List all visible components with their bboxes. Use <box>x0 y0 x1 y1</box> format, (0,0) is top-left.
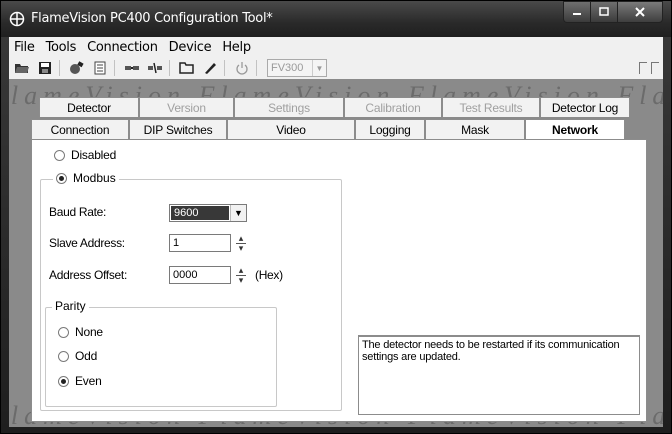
tab-video[interactable]: Video <box>227 119 355 139</box>
tab-row-front: Connection DIP Switches Video Logging Ma… <box>31 119 625 141</box>
disabled-radio[interactable]: Disabled <box>54 148 116 162</box>
disabled-label: Disabled <box>71 148 117 162</box>
tools-button[interactable] <box>67 59 87 77</box>
menu-device[interactable]: Device <box>164 40 218 55</box>
pen-icon <box>205 63 216 74</box>
baud-rate-value: 9600 <box>171 206 229 220</box>
window-title: FlameVision PC400 Configuration Tool* <box>31 11 273 26</box>
parity-even-radio[interactable]: Even <box>58 374 102 388</box>
document-button[interactable] <box>90 59 110 77</box>
title-bar[interactable]: FlameVision PC400 Configuration Tool* <box>1 1 671 37</box>
spin-down-icon[interactable]: ▾ <box>239 275 244 284</box>
hex-unit-label: (Hex) <box>255 268 283 282</box>
app-icon <box>9 11 25 27</box>
content-area: FlameVision FlameVision FlameVision Flam… <box>9 79 663 427</box>
tab-version[interactable]: Version <box>139 97 234 117</box>
tab-test-results[interactable]: Test Results <box>442 97 540 117</box>
save-button[interactable] <box>35 59 55 77</box>
spin-up-icon[interactable]: ▴ <box>239 233 244 242</box>
radio-button[interactable] <box>54 149 65 161</box>
disconnect-button[interactable] <box>145 59 165 77</box>
close-button[interactable] <box>617 1 663 23</box>
address-offset-spinner[interactable]: ▴ ▾ <box>233 265 249 284</box>
save-icon <box>39 62 51 74</box>
menu-help[interactable]: Help <box>217 40 256 55</box>
toolbar-separator <box>169 60 170 76</box>
menu-bar: File Tools Connection Device Help <box>9 37 663 57</box>
device-combo-value: FV300 <box>271 62 304 74</box>
chevron-down-icon: ▼ <box>312 60 326 76</box>
tab-row-back: Detector Version Settings Calibration Te… <box>39 97 630 117</box>
menu-connection[interactable]: Connection <box>82 40 164 55</box>
parity-group: Parity None Odd Even <box>45 299 277 407</box>
chevron-down-icon: ▼ <box>230 205 246 221</box>
baud-rate-label: Baud Rate: <box>49 205 107 219</box>
maximize-button[interactable] <box>590 1 617 23</box>
radio-button[interactable] <box>58 375 69 387</box>
tab-dip-switches[interactable]: DIP Switches <box>129 119 227 139</box>
folder-open-button[interactable] <box>177 59 197 77</box>
parity-odd-radio[interactable]: Odd <box>58 349 97 363</box>
tab-detector-log[interactable]: Detector Log <box>540 97 630 117</box>
address-offset-input[interactable]: 0000 <box>169 266 231 284</box>
radio-button[interactable] <box>56 172 67 184</box>
toolbar-separator <box>59 60 60 76</box>
close-icon <box>635 7 645 17</box>
address-offset-label: Address Offset: <box>49 268 127 282</box>
connect-button[interactable] <box>122 59 142 77</box>
toolbar-separator <box>256 60 257 76</box>
parity-none-radio[interactable]: None <box>58 325 103 339</box>
spin-down-icon[interactable]: ▾ <box>239 243 244 252</box>
folder-open-icon <box>179 62 194 74</box>
connect-icon <box>125 66 139 70</box>
open-folder-button[interactable] <box>12 59 32 77</box>
parity-odd-label: Odd <box>75 349 98 363</box>
power-button[interactable] <box>232 59 252 77</box>
toolbar-separator <box>224 60 225 76</box>
modbus-group: Modbus Baud Rate: 9600 ▼ Slave Address: … <box>40 171 342 411</box>
app-window: FlameVision PC400 Configuration Tool* Fi… <box>0 0 672 434</box>
parity-none-label: None <box>75 325 103 339</box>
tab-mask[interactable]: Mask <box>425 119 525 139</box>
network-panel: Disabled Modbus Baud Rate: 9600 ▼ Slave … <box>31 139 647 422</box>
modbus-label: Modbus <box>73 171 116 185</box>
tab-logging[interactable]: Logging <box>355 119 425 139</box>
tab-network[interactable]: Network <box>525 119 625 141</box>
info-text-box: The detector needs to be restarted if it… <box>358 335 640 415</box>
menu-file[interactable]: File <box>9 40 41 55</box>
tab-detector[interactable]: Detector <box>39 97 139 117</box>
tab-settings[interactable]: Settings <box>234 97 344 117</box>
maximize-icon <box>599 7 609 16</box>
power-icon <box>236 62 248 75</box>
minimize-button[interactable] <box>563 1 590 23</box>
spin-up-icon[interactable]: ▴ <box>239 265 244 274</box>
modbus-radio[interactable]: Modbus <box>53 171 119 185</box>
document-icon <box>94 61 106 75</box>
tools-icon <box>70 61 84 74</box>
slave-address-label: Slave Address: <box>49 236 125 250</box>
parity-label: Parity <box>55 299 86 313</box>
slave-address-spinner[interactable]: ▴ ▾ <box>233 233 249 252</box>
tab-calibration[interactable]: Calibration <box>344 97 442 117</box>
toolbar-separator <box>114 60 115 76</box>
radio-button[interactable] <box>58 326 69 338</box>
toolbar: FV300 ▼ <box>9 57 663 79</box>
disconnect-icon <box>148 62 162 74</box>
corner-icon <box>651 62 659 74</box>
open-folder-icon <box>15 64 29 73</box>
radio-button[interactable] <box>58 350 69 362</box>
minimize-icon <box>573 13 581 15</box>
device-combo[interactable]: FV300 ▼ <box>267 59 327 77</box>
corner-icon <box>639 62 647 74</box>
parity-legend: Parity <box>52 299 89 313</box>
slave-address-input[interactable]: 1 <box>169 234 231 252</box>
pen-button[interactable] <box>200 59 220 77</box>
baud-rate-select[interactable]: 9600 ▼ <box>169 204 247 222</box>
parity-even-label: Even <box>75 374 102 388</box>
menu-tools[interactable]: Tools <box>41 40 83 55</box>
tab-connection[interactable]: Connection <box>31 119 129 139</box>
